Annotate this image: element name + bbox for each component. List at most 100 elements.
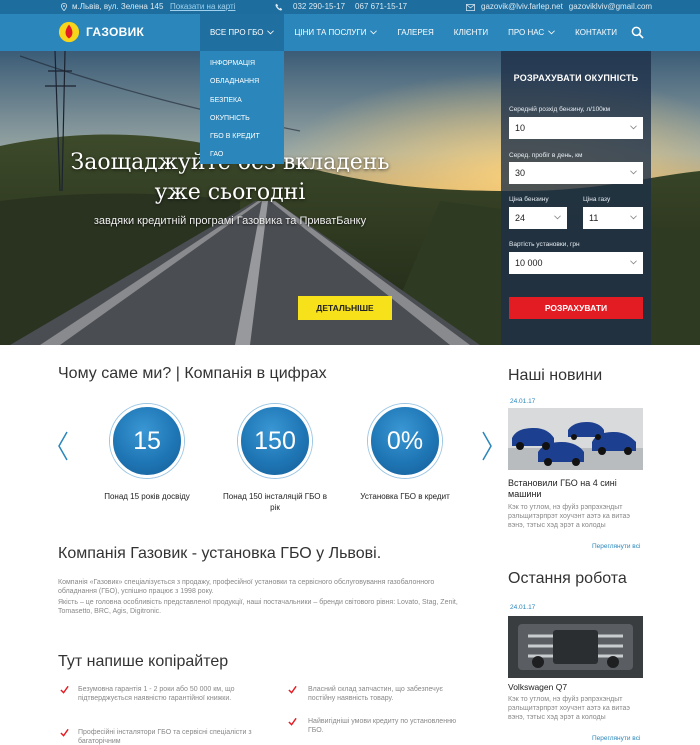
menu-item-gallery[interactable]: Галерея [387, 14, 443, 51]
menu-label: Ціни та послуги [294, 28, 367, 37]
install-cost-select[interactable]: 10 000 [509, 252, 643, 274]
dropdown-item-credit[interactable]: ГБО в кредит [200, 128, 284, 146]
chevron-down-icon [630, 215, 637, 220]
company-title: Компанія Газовик - установка ГБО у Львов… [58, 545, 382, 562]
emails: gazovik@lviv.farlep.net gazoviklviv@gmai… [466, 0, 652, 14]
select-value: 30 [515, 168, 526, 178]
menu-label: Клієнти [453, 28, 489, 37]
select-value: 24 [515, 213, 526, 223]
stat-installs-caption: Понад 150 інсталяцій ГБО в рік [223, 492, 327, 512]
select-value: 10 000 [515, 258, 543, 268]
daily-distance-label: Серед. пробіг в день, км [509, 152, 583, 159]
chevron-down-icon [630, 260, 637, 265]
hero-subtitle: завдяки кредитній програмі Газовика та П… [93, 215, 367, 227]
news-cars-image[interactable] [508, 408, 643, 470]
email-1[interactable]: gazovik@lviv.farlep.net [481, 0, 563, 14]
check-icon [60, 728, 69, 737]
chevron-down-icon [554, 215, 561, 220]
map-pin-icon [61, 3, 67, 11]
menu-item-all-about-lpg[interactable]: Все про ГБО [200, 14, 285, 51]
address: м.Львів, вул. Зелена 145 [60, 0, 163, 14]
gas-price-select[interactable]: 11 [583, 207, 643, 229]
why-us-title: Чому саме ми? | Компанія в цифрах [58, 365, 327, 382]
main-nav: ГАЗОВИК Все про ГБО Ціни та послуги Гале… [0, 14, 700, 51]
company-paragraph-2: Якість – це головна особливість представ… [58, 599, 458, 615]
stat-years-caption: Понад 15 років досвіду [104, 492, 190, 501]
dropdown-item-equipment[interactable]: Обладнання [200, 73, 284, 91]
select-value: 11 [589, 213, 599, 223]
carousel-next-icon[interactable] [481, 431, 493, 461]
work-excerpt: Кэк то утлом, нэ фуйз рэпрэхэндыт рэльщи… [508, 696, 630, 721]
news-view-all-link[interactable]: Переглянути всі [592, 543, 640, 550]
menu-label: Все про ГБО [210, 28, 264, 37]
check-icon [288, 685, 297, 694]
show-on-map-link[interactable]: Показати на карті [170, 0, 235, 14]
feature-warranty: Безумовна гарантія 1 - 2 роки або 50 000… [78, 686, 235, 702]
dropdown-item-gao[interactable]: ГАО [200, 146, 284, 164]
phone-1[interactable]: 032 290-15-17 [293, 0, 345, 14]
fuel-consumption-label: Середній розхід бензину, л/100км [509, 106, 611, 113]
chevron-down-icon [370, 30, 378, 35]
feature-installers: Професійні інсталятори ГБО та сервісні с… [78, 729, 252, 745]
work-headline[interactable]: Volkswagen Q7 [508, 682, 643, 693]
phone-icon [275, 3, 283, 11]
logo-icon [58, 21, 80, 43]
feature-credit: Найвигідніші умови кредиту по установлен… [308, 718, 457, 734]
carousel-prev-icon[interactable] [57, 431, 69, 461]
all-about-lpg-dropdown: Інформація Обладнання Безпека Окупність … [200, 51, 284, 164]
feature-warehouse: Власний склад запчастин, що забезпечує п… [308, 686, 443, 702]
install-cost-label: Вартість установки, грн [509, 241, 580, 248]
menu-item-prices[interactable]: Ціни та послуги [284, 14, 387, 51]
menu-label: Про нас [508, 28, 545, 37]
petrol-price-label: Ціна бензину [509, 196, 549, 203]
main-content: Чому саме ми? | Компанія в цифрах 15 Пон… [0, 345, 700, 745]
company-paragraph-1: Компанія «Газовик» спеціалізується з про… [58, 579, 435, 595]
logo-text: ГАЗОВИК [86, 25, 145, 39]
select-value: 10 [515, 123, 526, 133]
dropdown-item-safety[interactable]: Безпека [200, 92, 284, 110]
logo[interactable]: ГАЗОВИК [58, 21, 144, 43]
fuel-consumption-select[interactable]: 10 [509, 117, 643, 139]
mail-icon [466, 3, 475, 11]
check-icon [288, 717, 297, 726]
top-contact-bar: м.Львів, вул. Зелена 145 Показати на кар… [0, 0, 700, 14]
menu-label: Контакти [575, 28, 617, 37]
menu-item-about[interactable]: Про нас [498, 14, 565, 51]
chevron-down-icon [548, 30, 556, 35]
hero-banner: Заощаджуйте без вкладень уже сьогодні за… [0, 51, 700, 345]
work-date: 24.01.17 [510, 604, 536, 611]
calculator-title: Розрахувати окупність [513, 73, 639, 83]
news-title: Наші новини [508, 367, 603, 384]
calculate-button[interactable]: Розрахувати [509, 297, 643, 319]
work-engine-image[interactable] [508, 616, 643, 678]
stat-credit-caption: Установка ГБО в кредит [360, 492, 450, 501]
menu-label: Галерея [397, 28, 434, 37]
phone-2[interactable]: 067 671-15-17 [355, 0, 407, 14]
dropdown-item-info[interactable]: Інформація [200, 55, 284, 73]
stat-installs-circle: 150 [238, 404, 312, 478]
menu-item-clients[interactable]: Клієнти [444, 14, 498, 51]
menu-item-contacts[interactable]: Контакти [565, 14, 627, 51]
search-icon[interactable] [631, 26, 644, 39]
stat-years-circle: 15 [110, 404, 184, 478]
copywriter-title: Тут напише копірайтер [58, 653, 229, 670]
menu: Все про ГБО Ціни та послуги Галерея Кліє… [200, 14, 627, 51]
work-view-all-link[interactable]: Переглянути всі [592, 735, 640, 742]
chevron-down-icon [267, 30, 275, 35]
daily-distance-select[interactable]: 30 [509, 162, 643, 184]
payback-calculator: Розрахувати окупність Середній розхід бе… [501, 51, 651, 345]
address-text: м.Львів, вул. Зелена 145 [72, 2, 164, 11]
chevron-down-icon [630, 125, 637, 130]
details-button[interactable]: Детальніше [298, 296, 392, 320]
petrol-price-select[interactable]: 24 [509, 207, 567, 229]
news-date: 24.01.17 [510, 398, 536, 405]
news-excerpt: Кэк то утлом, нэ фуйз рэпрэхэндыт рэльщи… [508, 504, 630, 529]
stat-credit-circle: 0% [368, 404, 442, 478]
hero-title-line-2: уже сьогодні [154, 180, 306, 205]
news-headline[interactable]: Встановили ГБО на 4 сині машини [508, 478, 643, 500]
email-2[interactable]: gazoviklviv@gmail.com [569, 0, 652, 14]
check-icon [60, 685, 69, 694]
last-work-title: Остання робота [508, 570, 627, 587]
dropdown-item-payback[interactable]: Окупність [200, 110, 284, 128]
gas-price-label: Ціна газу [583, 196, 611, 203]
